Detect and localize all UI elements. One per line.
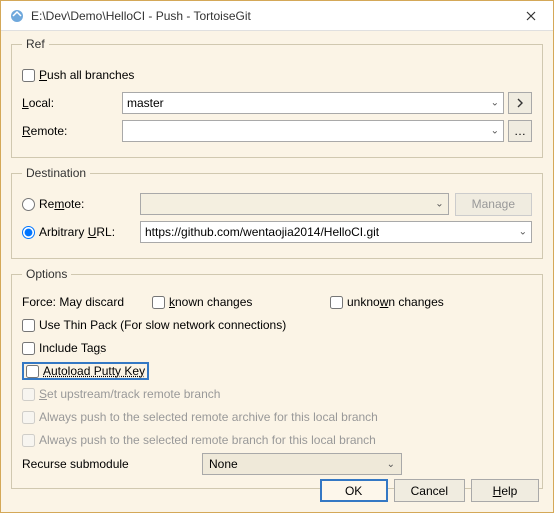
unknown-changes-checkbox[interactable]: unknown changes [330, 295, 444, 309]
always-push-archive-checkbox: Always push to the selected remote archi… [22, 410, 378, 424]
destination-remote-combo[interactable]: ⌄ [140, 193, 449, 215]
dialog-content: Ref Push all branches Local: master ⌄ Re… [1, 31, 553, 512]
help-button[interactable]: Help [471, 479, 539, 502]
destination-remote-radio[interactable]: Remote: [22, 197, 122, 211]
local-branch-combo[interactable]: master ⌄ [122, 92, 504, 114]
destination-legend: Destination [22, 166, 90, 180]
always-push-branch-checkbox: Always push to the selected remote branc… [22, 433, 376, 447]
chevron-down-icon: ⌄ [387, 459, 395, 470]
manage-button: Manage [455, 193, 532, 216]
ref-legend: Ref [22, 37, 49, 51]
dialog-footer: OK Cancel Help [320, 479, 539, 502]
force-label: Force: May discard [22, 295, 152, 309]
known-changes-checkbox[interactable]: known changes [152, 295, 312, 309]
thin-pack-checkbox[interactable]: Use Thin Pack (For slow network connecti… [22, 318, 286, 332]
chevron-down-icon: ⌄ [435, 199, 443, 210]
ellipsis-icon: … [514, 124, 526, 138]
ref-group: Ref Push all branches Local: master ⌄ Re… [11, 37, 543, 158]
window-title: E:\Dev\Demo\HelloCI - Push - TortoiseGit [31, 9, 508, 23]
cancel-button[interactable]: Cancel [394, 479, 465, 502]
remote-ref-browse-button[interactable]: … [508, 120, 532, 142]
chevron-down-icon: ⌄ [491, 126, 499, 137]
recurse-submodule-value: None [209, 457, 238, 471]
destination-group: Destination Remote: ⌄ Manage Arbitrary U… [11, 166, 543, 259]
app-icon [9, 8, 25, 24]
set-upstream-checkbox: Set upstream/track remote branch [22, 387, 220, 401]
arbitrary-url-value: https://github.com/wentaojia2014/HelloCI… [145, 225, 379, 239]
autoload-putty-key-checkbox[interactable]: Autoload Putty Key [22, 362, 149, 380]
remote-ref-label: Remote: [22, 124, 122, 138]
remote-ref-combo[interactable]: ⌄ [122, 120, 504, 142]
local-browse-button[interactable] [508, 92, 532, 114]
recurse-submodule-label: Recurse submodule [22, 457, 202, 471]
close-button[interactable] [508, 1, 553, 31]
local-branch-value: master [127, 96, 164, 110]
titlebar: E:\Dev\Demo\HelloCI - Push - TortoiseGit [1, 1, 553, 31]
arbitrary-url-combo[interactable]: https://github.com/wentaojia2014/HelloCI… [140, 221, 532, 243]
options-group: Options Force: May discard known changes… [11, 267, 543, 489]
push-all-branches-checkbox[interactable]: Push all branches [22, 68, 134, 82]
push-dialog: E:\Dev\Demo\HelloCI - Push - TortoiseGit… [0, 0, 554, 513]
include-tags-checkbox[interactable]: Include Tags [22, 341, 106, 355]
chevron-down-icon: ⌄ [519, 227, 527, 238]
chevron-down-icon: ⌄ [491, 98, 499, 109]
recurse-submodule-select[interactable]: None ⌄ [202, 453, 402, 475]
options-legend: Options [22, 267, 71, 281]
arbitrary-url-radio[interactable]: Arbitrary URL: [22, 225, 122, 239]
ok-button[interactable]: OK [320, 479, 388, 502]
local-label: Local: [22, 96, 122, 110]
